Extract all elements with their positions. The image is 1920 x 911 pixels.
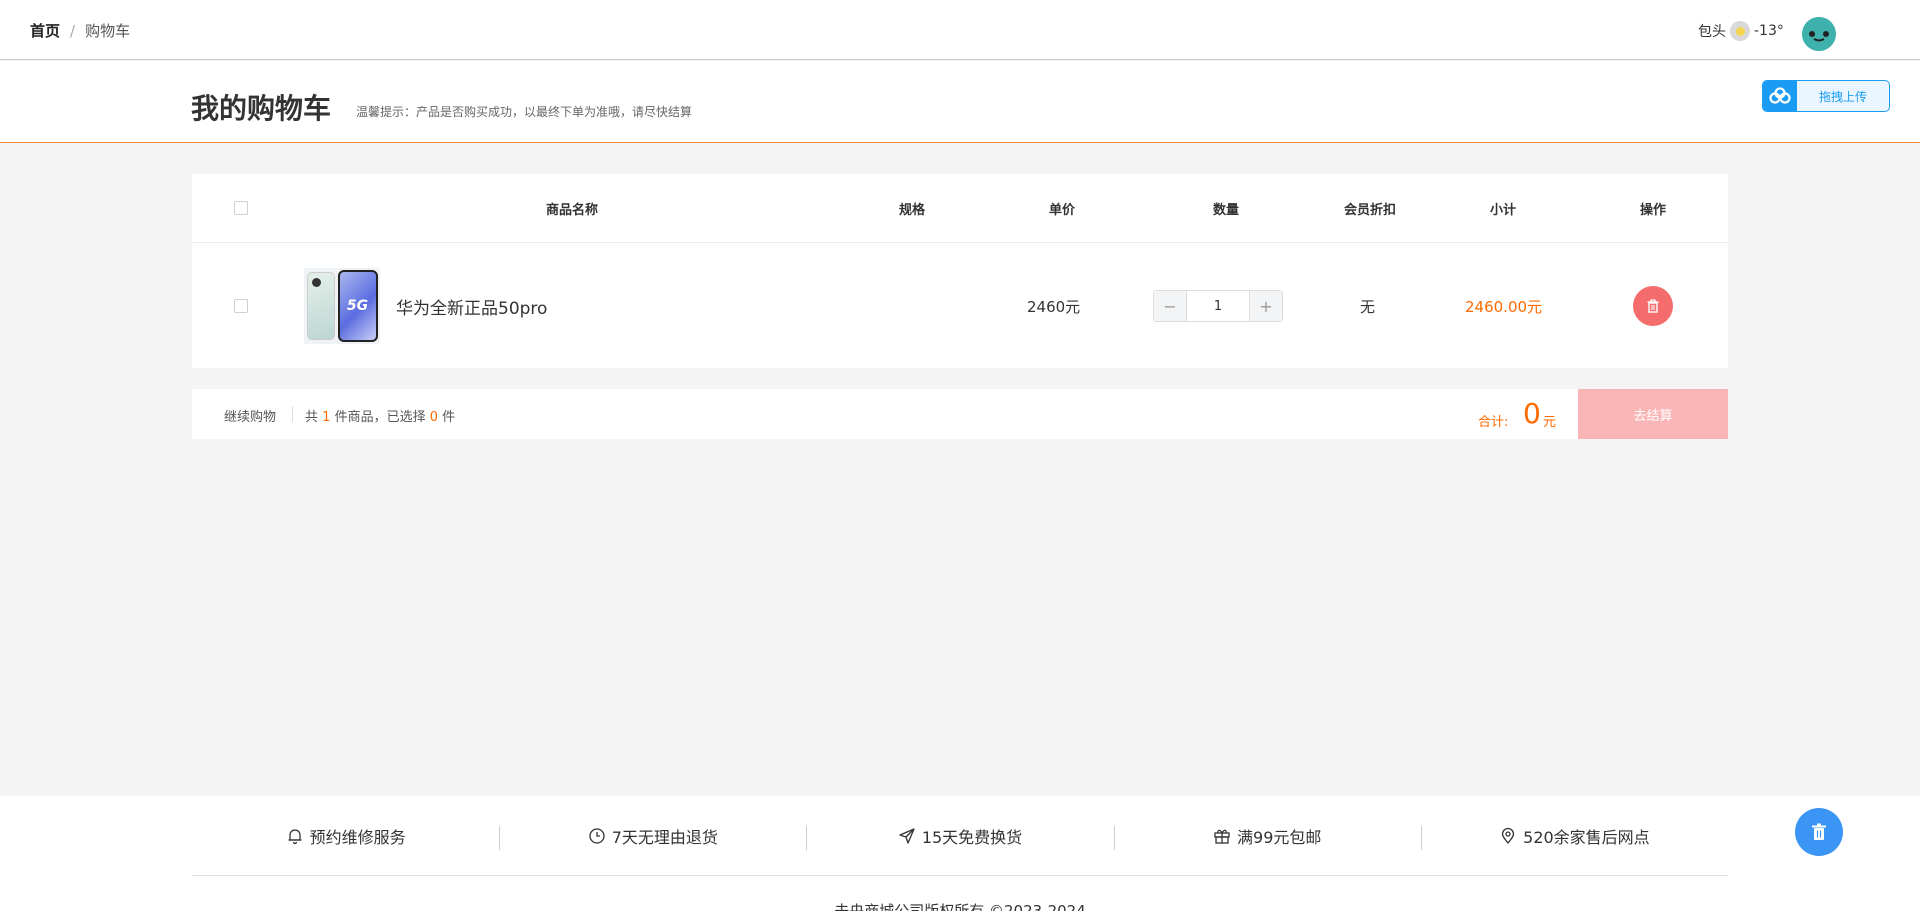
location-icon: [1501, 827, 1515, 844]
divider: [292, 406, 293, 422]
floating-trash-button[interactable]: [1795, 808, 1843, 856]
select-all-checkbox[interactable]: [234, 201, 248, 215]
weather-city: 包头: [1698, 24, 1726, 40]
product-thumbnail[interactable]: 5G: [304, 268, 380, 344]
weather-widget: 包头 -13°: [1698, 21, 1784, 41]
service-return[interactable]: 7天无理由退货: [499, 796, 806, 875]
column-header-action: 操作: [1639, 203, 1666, 218]
service-repair[interactable]: 预约维修服务: [192, 796, 499, 875]
product-name[interactable]: 华为全新正品50pro: [396, 294, 547, 319]
trash-icon: [1812, 823, 1826, 840]
service-free-shipping[interactable]: 满99元包邮: [1113, 796, 1421, 875]
avatar[interactable]: [1802, 17, 1836, 51]
send-icon: [899, 827, 915, 844]
total-value: 0: [1523, 397, 1541, 430]
trash-icon: [1647, 299, 1659, 313]
quantity-input[interactable]: 1: [1186, 291, 1250, 321]
clock-icon: [589, 827, 605, 844]
cart-table: 商品名称 规格 单价 数量 会员折扣 小计 操作 5G 华为全新正品50pro …: [192, 174, 1728, 368]
site-footer: 预约维修服务 7天无理由退货 15天免费换货 满99元包邮 520余家售后网点 …: [0, 796, 1920, 911]
column-header-name: 商品名称: [545, 203, 598, 218]
table-header: 商品名称 规格 单价 数量 会员折扣 小计 操作: [192, 174, 1728, 243]
cart-count-info: 共 1 件商品，已选择 0 件: [305, 410, 456, 425]
checkout-button[interactable]: 去结算: [1578, 389, 1728, 439]
column-header-price: 单价: [1048, 203, 1075, 218]
item-checkbox[interactable]: [234, 299, 248, 313]
service-exchange[interactable]: 15天免费换货: [806, 796, 1113, 875]
delete-item-button[interactable]: [1633, 286, 1673, 326]
cart-summary-bar: 继续购物 共 1 件商品，已选择 0 件 合计: 0 元 去结算: [192, 389, 1728, 439]
drag-upload-button[interactable]: 拖拽上传: [1762, 80, 1890, 112]
sun-icon: [1730, 21, 1750, 41]
column-header-subtotal: 小计: [1489, 203, 1516, 218]
decrease-button[interactable]: −: [1154, 291, 1186, 321]
selected-count: 0: [429, 410, 439, 425]
cloud-upload-icon: [1763, 81, 1797, 111]
total-unit: 元: [1543, 415, 1557, 430]
member-discount: 无: [1360, 298, 1376, 316]
bell-icon: [288, 828, 302, 844]
item-subtotal: 2460.00元: [1465, 298, 1543, 316]
top-bar: 首页 / 购物车 包头 -13°: [0, 0, 1920, 60]
item-count: 1: [322, 410, 331, 425]
table-row: 5G 华为全新正品50pro 2460元 − 1 + 无 2460.00元: [192, 244, 1728, 368]
column-header-discount: 会员折扣: [1343, 203, 1396, 218]
warm-tip: 温馨提示：产品是否购买成功，以最终下单为准哦，请尽快结算: [356, 105, 693, 119]
page-title: 我的购物车: [191, 92, 332, 125]
column-header-quantity: 数量: [1212, 203, 1239, 218]
quantity-stepper: − 1 +: [1153, 290, 1283, 322]
continue-shopping-link[interactable]: 继续购物: [224, 406, 276, 425]
breadcrumb: 首页 / 购物车: [30, 20, 130, 41]
page-header: 我的购物车 温馨提示：产品是否购买成功，以最终下单为准哦，请尽快结算: [0, 61, 1920, 143]
service-outlets[interactable]: 520余家售后网点: [1420, 796, 1728, 875]
unit-price: 2460元: [1027, 298, 1081, 316]
gift-icon: [1214, 829, 1230, 844]
increase-button[interactable]: +: [1250, 291, 1282, 321]
service-list: 预约维修服务 7天无理由退货 15天免费换货 满99元包邮 520余家售后网点: [192, 796, 1728, 876]
upload-label: 拖拽上传: [1818, 89, 1867, 104]
weather-temperature: -13°: [1754, 23, 1784, 39]
breadcrumb-current: 购物车: [85, 22, 131, 40]
breadcrumb-home-link[interactable]: 首页: [30, 20, 60, 41]
copyright: 未央商城公司版权所有 ©2023-2024: [834, 902, 1086, 911]
total-label: 合计:: [1478, 415, 1509, 430]
breadcrumb-separator: /: [70, 21, 76, 40]
column-header-spec: 规格: [898, 203, 925, 218]
